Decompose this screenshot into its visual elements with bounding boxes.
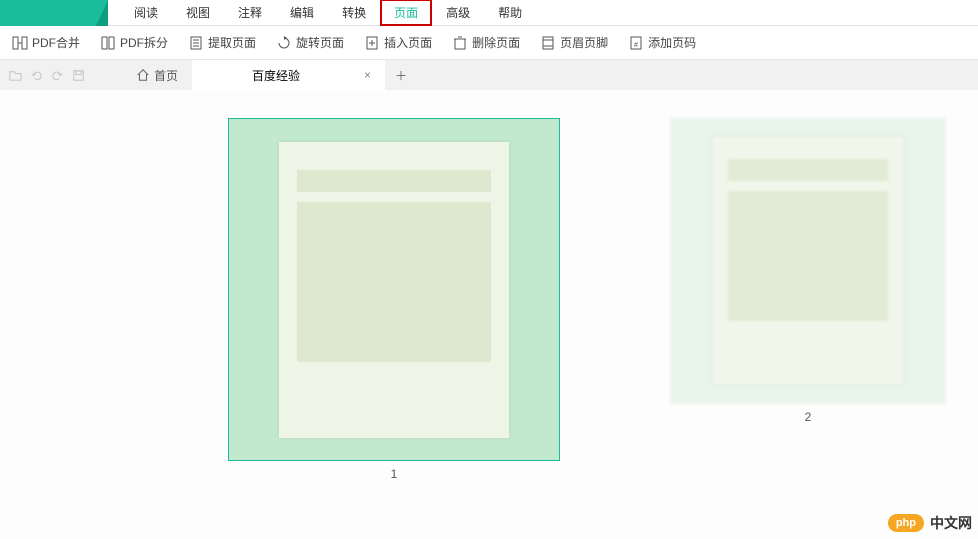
insert-page-label: 插入页面	[384, 34, 432, 51]
menu-view[interactable]: 视图	[172, 0, 224, 26]
split-icon	[100, 35, 116, 51]
home-icon	[136, 68, 150, 82]
logo-corner-decoration	[96, 0, 108, 26]
document-tab-title: 百度经验	[252, 67, 300, 84]
close-tab-button[interactable]: ×	[360, 68, 375, 82]
menubar: 阅读 视图 注释 编辑 转换 页面 高级 帮助	[0, 0, 978, 26]
menu-help[interactable]: 帮助	[484, 0, 536, 26]
page-thumbnail-2[interactable]	[670, 118, 946, 404]
pdf-split-label: PDF拆分	[120, 34, 168, 51]
page-thumbnail-wrap: 2	[670, 118, 946, 424]
menu-page[interactable]: 页面	[380, 0, 432, 26]
menu-annotate[interactable]: 注释	[224, 0, 276, 26]
watermark-badge: php	[888, 514, 924, 532]
rotate-page-button[interactable]: 旋转页面	[266, 26, 354, 60]
rotate-icon	[276, 35, 292, 51]
header-footer-icon	[540, 35, 556, 51]
rotate-page-label: 旋转页面	[296, 34, 344, 51]
add-pagenum-label: 添加页码	[648, 34, 696, 51]
pages-row: 1 2	[0, 90, 978, 481]
page-content-block	[297, 170, 491, 192]
redo-icon[interactable]	[50, 68, 65, 83]
page-content-block	[728, 191, 888, 321]
menu-edit[interactable]: 编辑	[276, 0, 328, 26]
home-tab[interactable]: 首页	[122, 60, 192, 90]
page-thumbnail-1[interactable]	[228, 118, 560, 461]
extract-page-label: 提取页面	[208, 34, 256, 51]
extract-icon	[188, 35, 204, 51]
watermark-text: 中文网	[930, 513, 972, 533]
page-toolbar: PDF合并 PDF拆分 提取页面 旋转页面 插入页面 删除页面 页眉页脚 # 添…	[0, 26, 978, 60]
pdf-merge-button[interactable]: PDF合并	[2, 26, 90, 60]
quick-access-toolbar	[0, 60, 94, 90]
pdf-split-button[interactable]: PDF拆分	[90, 26, 178, 60]
page-thumbnail-wrap: 1	[228, 118, 560, 481]
home-tab-label: 首页	[154, 67, 178, 84]
header-footer-button[interactable]: 页眉页脚	[530, 26, 618, 60]
page-number-label: 2	[805, 410, 812, 424]
page-content-block	[297, 202, 491, 362]
delete-page-label: 删除页面	[472, 34, 520, 51]
insert-page-button[interactable]: 插入页面	[354, 26, 442, 60]
insert-icon	[364, 35, 380, 51]
page-thumbnails-workspace: 1 2 php 中文网	[0, 90, 978, 539]
pdf-merge-label: PDF合并	[32, 34, 80, 51]
add-pagenum-button[interactable]: # 添加页码	[618, 26, 706, 60]
save-icon[interactable]	[71, 68, 86, 83]
page-content-block	[728, 159, 888, 181]
extract-page-button[interactable]: 提取页面	[178, 26, 266, 60]
page-number-label: 1	[391, 467, 398, 481]
svg-text:#: #	[634, 42, 638, 49]
tabbar: 首页 百度经验 × ＋	[0, 60, 978, 90]
undo-icon[interactable]	[29, 68, 44, 83]
menu-advanced[interactable]: 高级	[432, 0, 484, 26]
delete-icon	[452, 35, 468, 51]
document-tab[interactable]: 百度经验 ×	[192, 60, 385, 90]
header-footer-label: 页眉页脚	[560, 34, 608, 51]
delete-page-button[interactable]: 删除页面	[442, 26, 530, 60]
merge-icon	[12, 35, 28, 51]
app-logo-block	[0, 0, 108, 26]
page-preview	[279, 142, 509, 438]
menu-convert[interactable]: 转换	[328, 0, 380, 26]
watermark: php 中文网	[888, 513, 972, 533]
menubar-items: 阅读 视图 注释 编辑 转换 页面 高级 帮助	[108, 0, 536, 26]
menu-read[interactable]: 阅读	[120, 0, 172, 26]
page-preview	[712, 137, 904, 385]
open-icon[interactable]	[8, 68, 23, 83]
add-tab-button[interactable]: ＋	[385, 67, 417, 84]
pagenum-icon: #	[628, 35, 644, 51]
